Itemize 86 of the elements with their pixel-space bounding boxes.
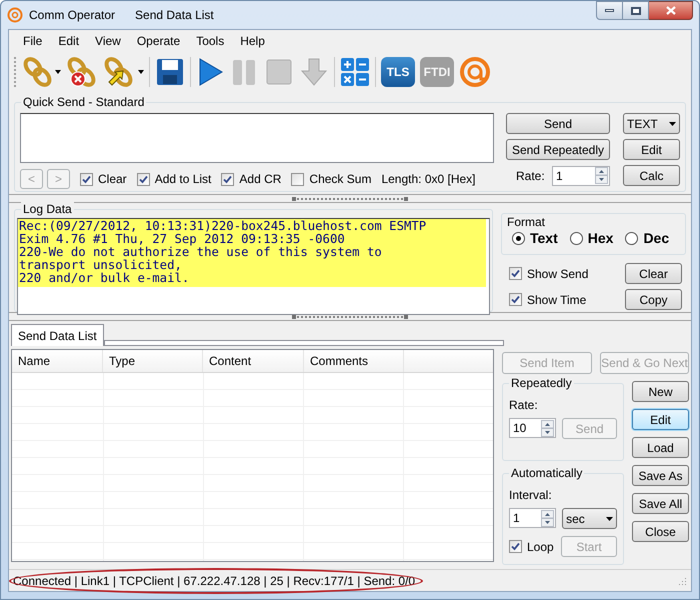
menu-item[interactable]: Edit [51,32,86,50]
checkbox-label: Loop [527,538,554,556]
app-logo-icon [7,7,23,23]
rate-label: Rate: [509,397,539,414]
caret-icon [669,122,676,126]
list-action-button[interactable]: New [632,381,689,402]
column-header[interactable]: Type [103,350,203,372]
column-header[interactable]: Content [203,350,304,372]
menu-item[interactable]: View [88,32,128,50]
log-line: 220 and/or bulk e-mail. [19,272,190,285]
column-header[interactable]: Comments [304,350,404,372]
interval-spinbox[interactable]: 1 [509,508,556,528]
splitter-grip[interactable] [292,196,408,200]
group-title: Quick Send - Standard [21,95,146,109]
copy-button[interactable]: Copy [625,289,682,310]
toolbar-button[interactable] [103,56,144,88]
clear-button[interactable]: Clear [625,263,682,284]
window-title: Comm Operator [29,7,116,24]
spinner-icon[interactable] [595,167,608,184]
group-title: Repeatedly [509,376,574,390]
checkbox[interactable] [80,172,93,186]
group-title: Format [507,215,546,229]
checkbox-label: Add CR [239,171,282,188]
checkbox[interactable] [136,172,150,186]
log-line: transport unsolicited, [19,259,183,272]
send-button[interactable]: Send [506,113,610,134]
group-title: Automatically [509,466,584,480]
checkbox-label: Clear [98,171,127,188]
caret-icon[interactable] [55,70,61,74]
calc-button[interactable]: Calc [623,165,680,186]
list-action-button[interactable]: Load [632,437,689,458]
log-line: 220-We do not authorize the use of this system to [19,246,383,259]
maximize-button[interactable] [623,1,649,20]
menu-item[interactable]: Help [233,32,272,50]
radio-label: Dec [643,229,670,248]
spinner-icon[interactable] [541,510,554,526]
rate-spinbox[interactable]: 1 [552,166,610,186]
edit-button[interactable]: Edit [623,139,680,160]
splitter-grip[interactable] [292,314,408,318]
chain-error-icon[interactable] [66,56,98,88]
resize-grip-icon[interactable] [677,576,687,586]
checkbox[interactable] [221,172,234,186]
rate-label: Rate: [516,168,545,184]
unit-dropdown[interactable]: sec [562,508,617,529]
interval-label: Interval: [509,487,553,504]
menu-item[interactable]: File [16,32,50,50]
rate-spinbox[interactable]: 10 [509,418,556,438]
minimize-button[interactable] [596,1,623,20]
column-header[interactable]: Name [12,350,103,372]
length-label: Length: 0x0 [Hex] [381,171,476,188]
chain-arrow-icon[interactable] [103,56,135,88]
checkbox[interactable] [509,267,522,280]
close-button[interactable] [649,1,693,20]
checkbox-label: Show Send [527,266,588,282]
save-icon[interactable] [155,57,185,87]
list-action-button[interactable]: Edit [632,409,689,430]
menu-item[interactable]: Tools [189,32,232,50]
checkbox-label: Add to List [154,171,212,188]
window-subtitle: Send Data List [135,7,214,24]
mode-dropdown[interactable]: TEXT [623,113,680,134]
list-action-button[interactable]: Save As [632,465,689,486]
log-line: Exim 4.76 #1 Thu, 27 Sep 2012 09:13:35 -0600 [19,233,346,246]
calculator-icon[interactable] [340,57,370,87]
group-title: Log Data [21,202,74,216]
radio-button[interactable] [512,232,525,245]
radio-button[interactable] [625,232,638,245]
checkbox-label: Check Sum [309,171,372,188]
caret-icon[interactable] [138,70,144,74]
send-input-field[interactable] [20,113,494,163]
list-action-button[interactable]: Close [632,521,689,542]
checkbox[interactable] [509,293,522,306]
checkbox[interactable] [509,540,522,553]
checkbox-label: Show Time [527,292,586,308]
spinner-icon[interactable] [541,420,554,436]
radio-label: Text [530,229,558,248]
send-repeatedly-button[interactable]: Send Repeatedly [506,139,610,160]
text-badge[interactable]: TLS [381,57,415,87]
checkbox[interactable] [291,172,304,186]
radio-button[interactable] [570,232,583,245]
tab[interactable]: Send Data List [11,324,104,346]
caret-icon [606,516,613,520]
menu-item[interactable]: Operate [130,32,188,50]
close-icon [666,6,676,15]
list-action-button[interactable]: Save All [632,493,689,514]
log-line: Rec:(09/27/2012, 10:13:31)220-box245.bluehost.com ESMTP [19,220,428,233]
radio-label: Hex [588,229,614,248]
